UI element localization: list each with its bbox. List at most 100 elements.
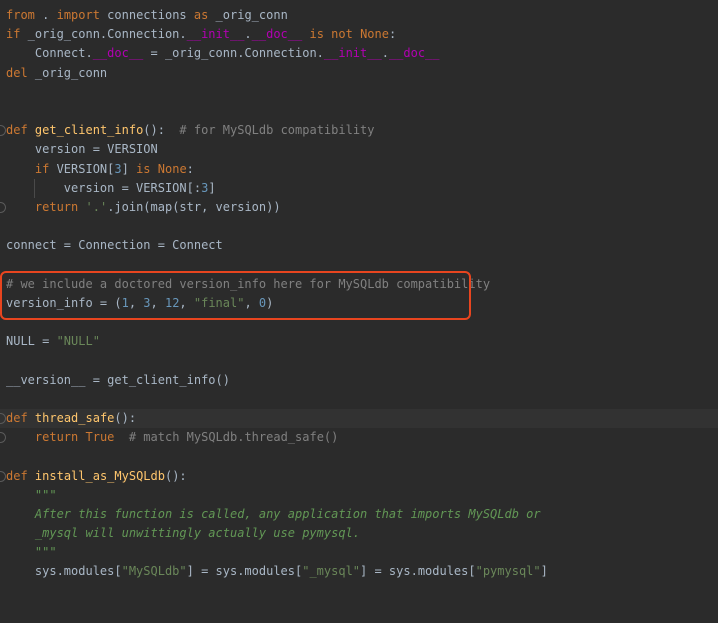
- code-token: .: [244, 27, 252, 42]
- code-token: ,: [128, 295, 144, 310]
- code-token: .join(map(str, version)): [107, 199, 281, 214]
- code-token: return: [34, 430, 79, 445]
- code-token: def: [6, 468, 28, 483]
- code-token: as: [193, 8, 209, 22]
- code-line[interactable]: [0, 83, 718, 102]
- code-token: = _orig_conn.Connection.: [143, 46, 324, 61]
- code-line[interactable]: def install_as_MySQLdb():: [0, 467, 718, 486]
- code-line[interactable]: [0, 601, 718, 620]
- code-token: if: [6, 27, 21, 42]
- code-line[interactable]: sys.modules["MySQLdb" ] = sys.modules["_m…: [0, 562, 718, 581]
- code-token: # for MySQLdb compatibility: [179, 123, 375, 138]
- code-line[interactable]: [0, 447, 718, 466]
- code-token: ,: [179, 295, 194, 310]
- code-line[interactable]: NULL = "NULL": [0, 332, 718, 351]
- code-token: connections: [99, 8, 194, 22]
- code-token: 3: [143, 295, 151, 310]
- code-line[interactable]: version = VERSION[:3]: [0, 178, 718, 198]
- code-token: ): [266, 295, 274, 310]
- code-token: "final": [193, 295, 245, 310]
- code-line[interactable]: return True # match MySQLdb.thread_safe(…: [0, 428, 718, 447]
- code-token: from: [6, 8, 35, 22]
- code-token: ,: [244, 295, 259, 310]
- code-token: 12: [164, 295, 180, 310]
- code-token: __doc__: [251, 27, 303, 42]
- code-token: _orig_conn.Connection.: [20, 27, 187, 42]
- code-token: # match MySQLdb.thread_safe(): [128, 430, 339, 445]
- code-line[interactable]: __version__ = get_client_info(): [0, 371, 718, 390]
- code-token: is: [136, 161, 151, 176]
- code-token: After this function is called, any appli…: [6, 506, 541, 521]
- code-line[interactable]: if _orig_conn.Connection.__init__.__doc_…: [0, 25, 718, 44]
- code-line[interactable]: def get_client_info(): # for MySQLdb com…: [0, 121, 718, 140]
- code-line[interactable]: [0, 582, 718, 601]
- code-line[interactable]: if VERSION[3] is None:: [0, 160, 718, 179]
- code-token: True: [85, 430, 115, 445]
- code-line[interactable]: Connect.__doc__ = _orig_conn.Connection.…: [0, 44, 718, 63]
- code-token: "MySQLdb": [121, 564, 187, 579]
- code-line[interactable]: def thread_safe():: [0, 408, 718, 429]
- code-token: ]: [540, 564, 548, 579]
- code-token: version = VERSION[:: [6, 180, 202, 195]
- code-token: __doc__: [388, 46, 440, 61]
- code-token: "pymysql": [475, 564, 541, 579]
- code-token: NULL =: [6, 334, 57, 349]
- code-token: 1: [121, 295, 129, 310]
- code-line[interactable]: [0, 313, 718, 332]
- code-line[interactable]: [0, 390, 718, 409]
- code-token: ():: [164, 468, 187, 483]
- code-token: "_mysql": [302, 564, 361, 579]
- code-line[interactable]: """: [0, 486, 718, 505]
- code-line[interactable]: from . import connections as _orig_conn: [0, 6, 718, 25]
- code-token: ]: [208, 180, 216, 195]
- code-editor[interactable]: from . import connections as _orig_conn i…: [0, 6, 718, 620]
- code-token: sys.modules[: [6, 564, 122, 579]
- code-token: """: [6, 545, 57, 560]
- indent-guide: [34, 178, 35, 198]
- code-token: ]: [121, 161, 137, 176]
- code-token: is not: [309, 27, 353, 42]
- code-token: None: [360, 27, 389, 42]
- code-token: del: [6, 65, 28, 80]
- code-token: if: [34, 161, 50, 176]
- code-line[interactable]: [0, 351, 718, 370]
- code-line[interactable]: [0, 255, 718, 274]
- code-token: return: [34, 199, 79, 214]
- code-line[interactable]: [0, 102, 718, 121]
- code-line[interactable]: # we include a doctored version_info her…: [0, 275, 718, 294]
- code-line[interactable]: version = VERSION: [0, 140, 718, 159]
- code-token: def: [6, 410, 28, 425]
- code-line[interactable]: After this function is called, any appli…: [0, 505, 718, 524]
- code-line[interactable]: return '.'.join(map(str, version)): [0, 198, 718, 217]
- code-token: _mysql will unwittingly actually use pym…: [6, 526, 361, 541]
- code-token: _orig_conn: [208, 8, 288, 22]
- code-token: '.': [85, 199, 108, 214]
- code-line[interactable]: del _orig_conn: [0, 64, 718, 83]
- code-token: "NULL": [56, 334, 100, 349]
- code-line[interactable]: [0, 217, 718, 236]
- code-line[interactable]: """: [0, 543, 718, 562]
- code-token: __doc__: [92, 46, 144, 61]
- code-token: :: [388, 27, 397, 42]
- code-token: def: [6, 123, 28, 138]
- code-token: install_as_MySQLdb: [34, 468, 165, 483]
- code-line[interactable]: connect = Connection = Connect: [0, 236, 718, 255]
- code-line[interactable]: _mysql will unwittingly actually use pym…: [0, 524, 718, 543]
- code-token: ] = sys.modules[: [360, 564, 476, 579]
- code-token: .: [34, 8, 57, 22]
- code-token: ():: [114, 410, 137, 425]
- code-token: Connect.: [6, 46, 93, 61]
- code-token: thread_safe: [34, 410, 115, 425]
- code-line[interactable]: version_info = (1, 3, 12, "final", 0): [0, 294, 718, 313]
- code-token: None: [157, 161, 187, 176]
- code-token: connect = Connection = Connect: [6, 238, 223, 253]
